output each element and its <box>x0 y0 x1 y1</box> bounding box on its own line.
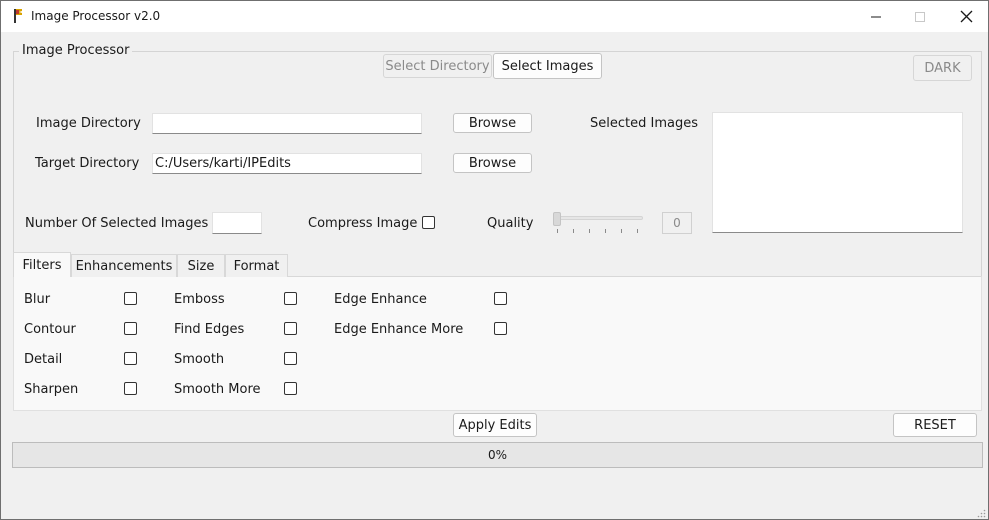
filter-edge-enhance-more-label: Edge Enhance More <box>334 322 464 337</box>
quality-slider-tick <box>557 229 558 233</box>
maximize-icon <box>915 11 925 22</box>
filter-smooth-label: Smooth <box>174 352 225 367</box>
filter-contour-checkbox[interactable] <box>124 322 137 335</box>
quality-slider-tick <box>573 229 574 233</box>
image-directory-label: Image Directory <box>36 116 141 131</box>
compress-image-label: Compress Image <box>308 216 418 231</box>
browse-target-directory-button[interactable]: Browse <box>453 153 532 173</box>
filter-find-edges-label: Find Edges <box>174 322 245 337</box>
filter-blur-checkbox[interactable] <box>124 292 137 305</box>
close-icon <box>960 10 972 23</box>
quality-label: Quality <box>487 216 534 231</box>
quality-slider-tick <box>605 229 606 233</box>
reset-button[interactable]: RESET <box>893 413 977 437</box>
filter-sharpen-checkbox[interactable] <box>124 382 137 395</box>
selected-images-label: Selected Images <box>590 116 698 131</box>
close-button[interactable] <box>943 1 989 32</box>
selected-count-label: Number Of Selected Images <box>25 216 209 231</box>
tab-filters[interactable]: Filters <box>13 252 71 277</box>
dark-mode-button[interactable]: DARK <box>913 55 972 81</box>
tab-size[interactable]: Size <box>177 254 225 277</box>
browse-image-directory-button[interactable]: Browse <box>453 113 532 133</box>
filter-find-edges-checkbox[interactable] <box>284 322 297 335</box>
tab-enhancements[interactable]: Enhancements <box>71 254 177 277</box>
filter-sharpen-label: Sharpen <box>24 382 79 397</box>
title-bar[interactable]: Image Processor v2.0 <box>1 1 988 32</box>
progress-label: 0% <box>487 448 508 462</box>
tab-format[interactable]: Format <box>225 254 288 277</box>
filter-edge-enhance-checkbox[interactable] <box>494 292 507 305</box>
quality-slider-tick <box>621 229 622 233</box>
select-images-button[interactable]: Select Images <box>493 53 602 79</box>
window-title: Image Processor v2.0 <box>31 9 161 23</box>
minimize-icon <box>871 16 881 17</box>
quality-slider-tick <box>589 229 590 233</box>
filter-detail-label: Detail <box>24 352 63 367</box>
quality-slider-handle[interactable] <box>553 212 561 226</box>
flag-icon <box>14 9 22 23</box>
target-directory-label: Target Directory <box>35 156 140 171</box>
selected-images-list[interactable] <box>712 112 963 233</box>
filter-emboss-checkbox[interactable] <box>284 292 297 305</box>
selected-count-field <box>212 212 262 234</box>
filter-smooth-more-checkbox[interactable] <box>284 382 297 395</box>
minimize-button[interactable] <box>853 1 899 32</box>
quality-slider-tick <box>637 229 638 233</box>
filter-detail-checkbox[interactable] <box>124 352 137 365</box>
image-directory-input[interactable] <box>152 113 422 134</box>
quality-value: 0 <box>662 212 692 234</box>
apply-edits-button[interactable]: Apply Edits <box>453 413 537 437</box>
select-directory-button[interactable]: Select Directory <box>383 54 492 78</box>
maximize-button[interactable] <box>897 1 943 32</box>
app-window: Image Processor v2.0 Image Processor Sel… <box>0 0 989 520</box>
compress-image-checkbox[interactable] <box>422 216 435 229</box>
filter-smooth-more-label: Smooth More <box>174 382 261 397</box>
filter-smooth-checkbox[interactable] <box>284 352 297 365</box>
filter-blur-label: Blur <box>24 292 51 307</box>
group-title: Image Processor <box>19 43 133 58</box>
quality-slider-track[interactable] <box>554 216 643 220</box>
progress-bar: 0% <box>12 442 983 468</box>
filter-edge-enhance-label: Edge Enhance <box>334 292 427 307</box>
filter-edge-enhance-more-checkbox[interactable] <box>494 322 507 335</box>
target-directory-input[interactable]: C:/Users/karti/IPEdits <box>152 153 422 174</box>
resize-grip-icon[interactable] <box>977 509 986 518</box>
filter-contour-label: Contour <box>24 322 76 337</box>
filter-emboss-label: Emboss <box>174 292 225 307</box>
